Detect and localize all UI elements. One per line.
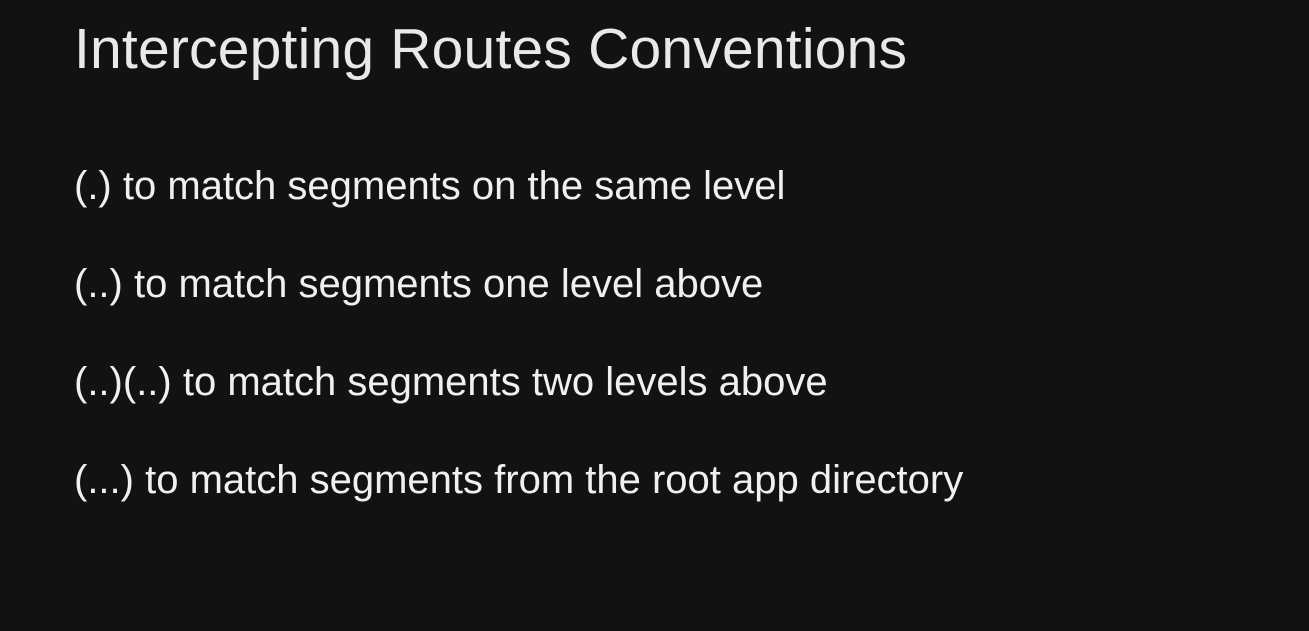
slide-title: Intercepting Routes Conventions xyxy=(74,17,908,81)
slide: Intercepting Routes Conventions (.) to m… xyxy=(0,0,1309,631)
list-item-one-level-above: (..) to match segments one level above xyxy=(74,262,764,306)
list-item-two-levels-above: (..)(..) to match segments two levels ab… xyxy=(74,360,828,404)
list-item-same-level: (.) to match segments on the same level xyxy=(74,164,786,208)
conventions-list: (.) to match segments on the same level … xyxy=(74,160,963,506)
list-item-root-app-directory: (...) to match segments from the root ap… xyxy=(74,458,964,502)
